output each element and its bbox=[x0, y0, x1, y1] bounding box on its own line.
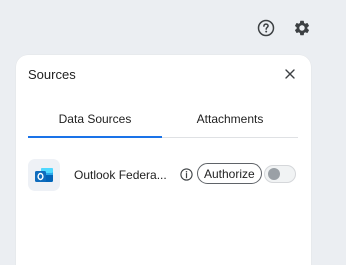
close-icon[interactable] bbox=[282, 66, 298, 82]
outlook-icon bbox=[28, 159, 60, 191]
source-name: Outlook Federa... bbox=[74, 168, 167, 182]
tab-attachments[interactable]: Attachments bbox=[162, 100, 298, 137]
sources-panel: Sources Data Sources Attachments Outlook… bbox=[16, 55, 311, 265]
tab-label: Data Sources bbox=[58, 111, 132, 126]
panel-title: Sources bbox=[28, 67, 76, 82]
toggle-knob bbox=[268, 168, 280, 180]
info-icon[interactable] bbox=[180, 168, 193, 181]
gear-icon[interactable] bbox=[291, 17, 313, 39]
source-toggle[interactable] bbox=[264, 165, 296, 183]
tab-data-sources[interactable]: Data Sources bbox=[28, 100, 162, 138]
tab-label: Attachments bbox=[196, 111, 264, 126]
tab-bar: Data Sources Attachments bbox=[28, 100, 298, 138]
active-tab-indicator bbox=[28, 136, 162, 138]
help-icon[interactable] bbox=[255, 17, 277, 39]
authorize-button[interactable]: Authorize bbox=[197, 163, 262, 184]
